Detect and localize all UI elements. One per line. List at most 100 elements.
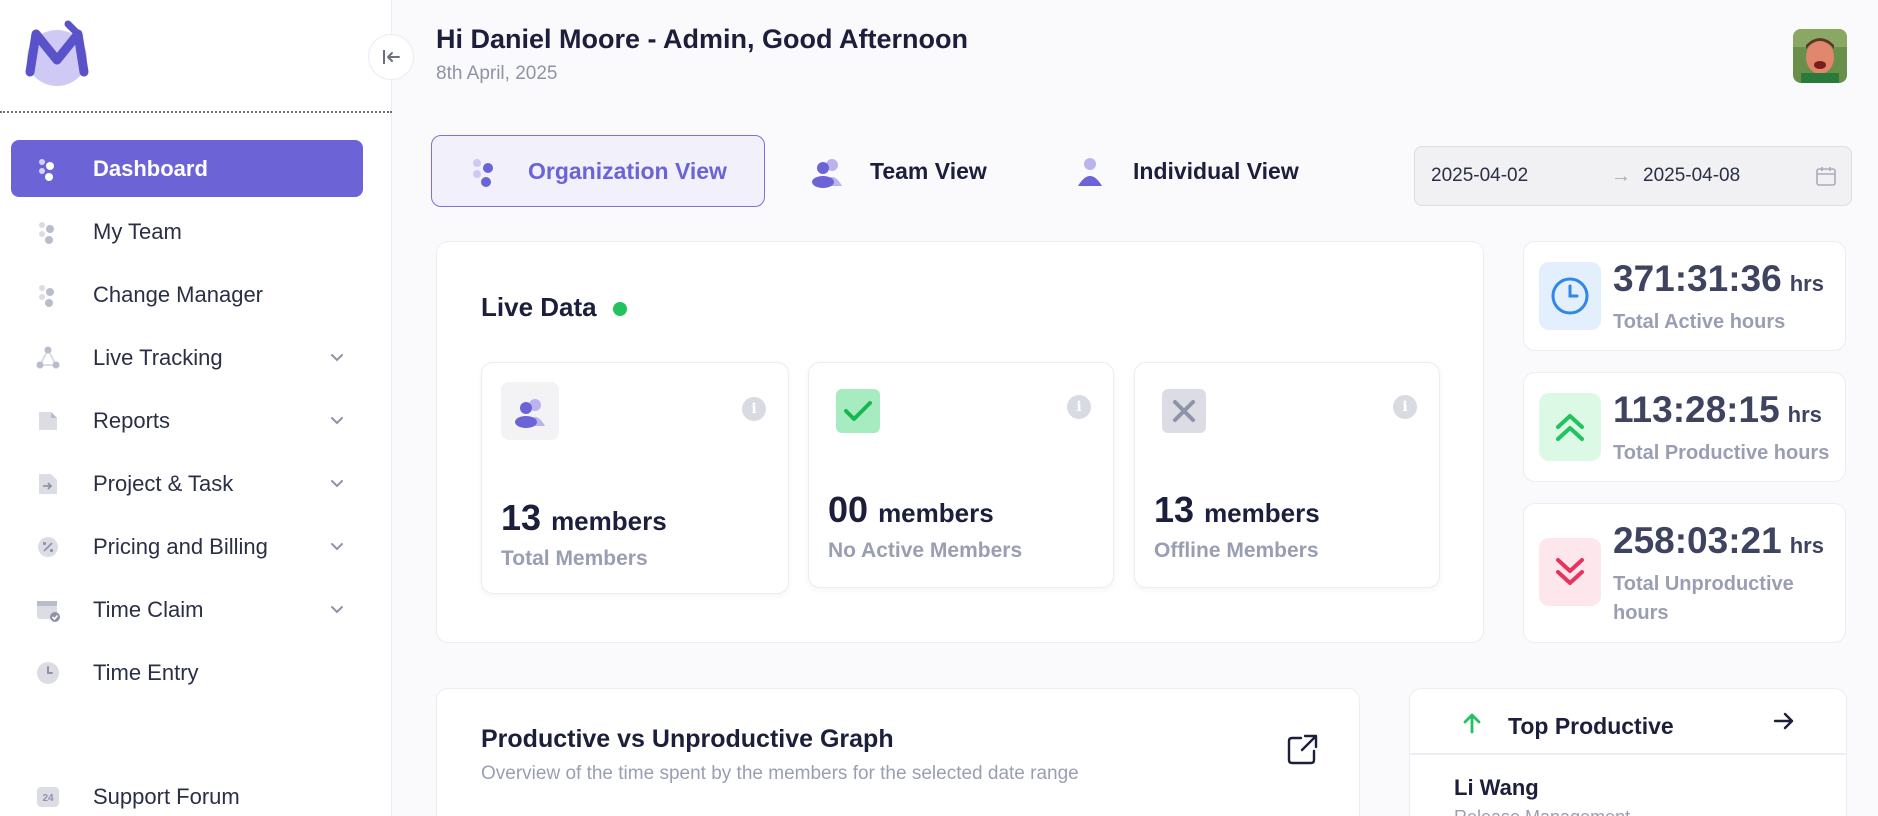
calendar-check-icon — [35, 597, 61, 623]
chevron-down-icon[interactable] — [329, 538, 345, 559]
tracking-icon — [35, 345, 61, 371]
chevron-down-icon[interactable] — [329, 475, 345, 496]
sidebar-item-label: Reports — [93, 407, 171, 433]
current-date: 8th April, 2025 — [436, 63, 558, 84]
double-chevron-up-icon — [1539, 393, 1601, 461]
sidebar-item-pricing-billing[interactable]: Pricing and Billing — [11, 518, 363, 575]
sidebar-item-time-entry[interactable]: Time Entry — [11, 644, 363, 701]
productive-graph-card: Productive vs Unproductive Graph Overvie… — [436, 688, 1360, 816]
tab-team-view[interactable]: Team View — [810, 135, 1020, 207]
sidebar-nav: Dashboard My Team Change Manager Live Tr… — [11, 140, 363, 707]
logo-separator — [0, 111, 392, 113]
count-value: 13 — [1154, 489, 1195, 530]
member-count: 13 members — [1154, 489, 1320, 531]
active-members-card[interactable]: i 00 members No Active Members — [808, 362, 1114, 588]
tab-label: Organization View — [528, 157, 727, 184]
sidebar-item-project-task[interactable]: Project & Task — [11, 455, 363, 512]
hours-unit: hrs — [1787, 402, 1822, 427]
chevron-down-icon[interactable] — [329, 412, 345, 433]
sidebar-item-my-team[interactable]: My Team — [11, 203, 363, 260]
support-section: 24 Support Forum — [11, 768, 363, 816]
people-dots-icon — [35, 156, 61, 182]
sidebar: Dashboard My Team Change Manager Live Tr… — [0, 0, 392, 816]
arrow-up-icon — [1460, 711, 1484, 740]
hours-number: 258:03:21 — [1613, 520, 1782, 561]
sidebar-item-label: Support Forum — [93, 783, 240, 809]
people-dots-icon — [35, 219, 61, 245]
members-icon — [501, 382, 559, 440]
live-status-dot — [613, 302, 627, 316]
live-data-title: Live Data — [481, 292, 597, 322]
range-arrow: → — [1611, 164, 1631, 187]
chevron-down-icon[interactable] — [329, 349, 345, 370]
sidebar-item-label: Time Claim — [93, 596, 204, 622]
date-range-picker[interactable]: 2025-04-02 → 2025-04-08 — [1414, 146, 1852, 206]
tab-organization-view[interactable]: Organization View — [431, 135, 765, 207]
billing-icon — [35, 534, 61, 560]
tab-label: Individual View — [1133, 157, 1299, 184]
count-value: 00 — [828, 489, 869, 530]
productive-hours-card: 113:28:15 hrs Total Productive hours — [1523, 372, 1846, 482]
clock-icon — [35, 660, 61, 686]
end-date[interactable]: 2025-04-08 — [1643, 165, 1740, 187]
count-unit: members — [1204, 498, 1320, 528]
total-members-card[interactable]: i 13 members Total Members — [481, 362, 789, 594]
offline-members-card[interactable]: i 13 members Offline Members — [1134, 362, 1440, 588]
support-24-icon: 24 — [35, 784, 61, 810]
avatar[interactable] — [1793, 29, 1847, 83]
top-member-name[interactable]: Li Wang — [1454, 775, 1539, 801]
check-icon — [828, 382, 888, 440]
info-icon[interactable]: i — [742, 397, 766, 421]
arrow-right-icon[interactable] — [1772, 709, 1796, 738]
count-unit: members — [878, 498, 994, 528]
hours-number: 371:31:36 — [1613, 258, 1782, 299]
sidebar-item-label: My Team — [93, 218, 182, 244]
collapse-sidebar-button[interactable] — [368, 34, 414, 80]
top-productive-title: Top Productive — [1508, 713, 1674, 739]
member-count: 00 members — [828, 489, 994, 531]
sidebar-item-support-forum[interactable]: 24 Support Forum — [11, 768, 363, 816]
app-logo[interactable] — [20, 20, 94, 90]
hours-label: Total Productive hours — [1613, 442, 1830, 464]
sidebar-item-reports[interactable]: Reports — [11, 392, 363, 449]
sidebar-item-time-claim[interactable]: Time Claim — [11, 581, 363, 638]
project-icon — [35, 471, 61, 497]
chevron-down-icon[interactable] — [329, 601, 345, 622]
calendar-icon[interactable] — [1815, 165, 1837, 193]
sidebar-item-label: Pricing and Billing — [93, 533, 268, 559]
sidebar-item-live-tracking[interactable]: Live Tracking — [11, 329, 363, 386]
collapse-arrow-icon — [383, 50, 400, 64]
organization-icon — [468, 154, 502, 188]
graph-subtitle: Overview of the time spent by the member… — [481, 763, 1079, 784]
external-link-icon[interactable] — [1285, 733, 1319, 772]
hours-label: Total Active hours — [1613, 311, 1786, 333]
hours-number: 113:28:15 — [1613, 389, 1780, 430]
top-member-role: Release Management — [1454, 807, 1630, 816]
unproductive-hours-card: 258:03:21 hrs Total Unproductive hours — [1523, 503, 1846, 643]
people-dots-icon — [35, 282, 61, 308]
support-badge: 24 — [42, 793, 54, 804]
sidebar-item-label: Dashboard — [93, 155, 208, 181]
hours-unit: hrs — [1789, 533, 1824, 558]
tab-label: Team View — [870, 157, 987, 184]
active-hours-card: 371:31:36 hrs Total Active hours — [1523, 241, 1846, 351]
info-icon[interactable]: i — [1393, 395, 1417, 419]
start-date[interactable]: 2025-04-02 — [1431, 165, 1528, 187]
user-icon — [1073, 154, 1107, 188]
sidebar-item-change-manager[interactable]: Change Manager — [11, 266, 363, 323]
top-productive-header: Top Productive — [1410, 689, 1846, 755]
info-icon[interactable]: i — [1067, 395, 1091, 419]
greeting: Hi Daniel Moore - Admin, Good Afternoon — [436, 24, 968, 54]
close-icon — [1154, 382, 1214, 440]
top-productive-card: Top Productive Li Wang Release Managemen… — [1409, 688, 1847, 816]
sidebar-item-label: Change Manager — [93, 281, 264, 307]
card-label: Total Members — [501, 547, 648, 570]
hours-value: 371:31:36 hrs — [1613, 258, 1824, 300]
graph-title: Productive vs Unproductive Graph — [481, 725, 894, 753]
team-icon — [810, 154, 844, 188]
sidebar-item-dashboard[interactable]: Dashboard — [11, 140, 363, 197]
sidebar-item-label: Live Tracking — [93, 344, 223, 370]
hours-label: Total Unproductive hours — [1613, 573, 1794, 624]
tab-individual-view[interactable]: Individual View — [1073, 135, 1333, 207]
clock-icon — [1539, 262, 1601, 330]
